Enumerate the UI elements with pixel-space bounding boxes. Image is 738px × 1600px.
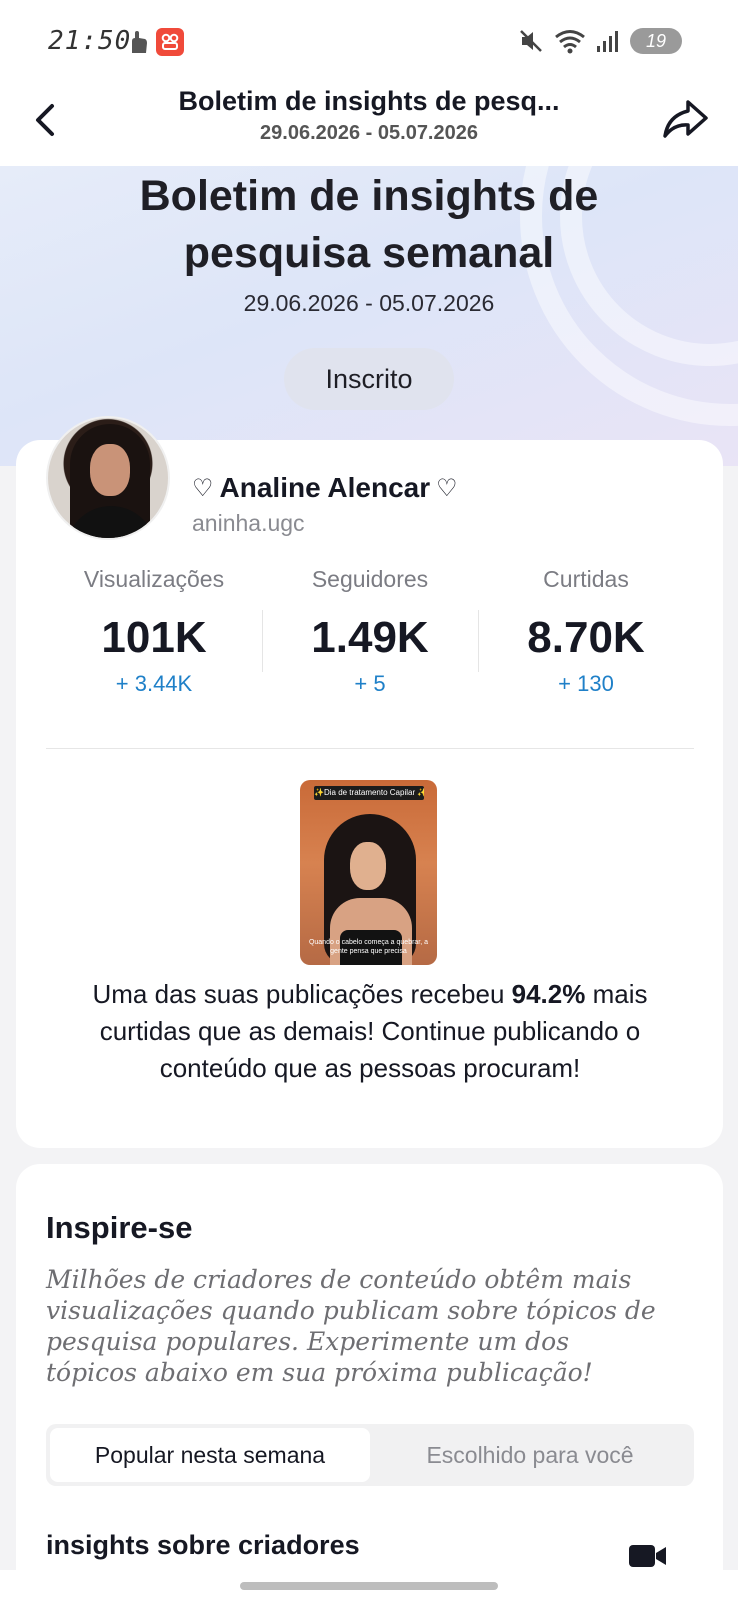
insight-highlight: 94.2% [511, 979, 586, 1009]
home-indicator[interactable] [240, 1582, 498, 1590]
subscribed-button[interactable]: Inscrito [284, 348, 454, 410]
stat-label: Curtidas [543, 566, 629, 592]
creator-insights-heading: insights sobre criadores [46, 1530, 360, 1560]
stat-value: 101K [101, 613, 207, 662]
nav-title: Boletim de insights de pesq... [178, 86, 560, 116]
stat-value: 8.70K [527, 613, 645, 662]
post-caption-top: ✨Dia de tratamento Capilar ✨ [314, 786, 424, 800]
stat-delta: + 5 [354, 671, 386, 696]
navbar: Boletim de insights de pesq... 29.06.202… [0, 84, 738, 166]
stat-delta: + 3.44K [115, 671, 193, 696]
stat-label: Seguidores [311, 566, 429, 592]
stat-label: Visualizações [83, 566, 225, 592]
mute-icon [520, 30, 542, 52]
stat-delta: + 130 [558, 671, 614, 696]
section-description: Milhões de criadores de conteúdo obtêm m… [46, 1265, 656, 1387]
signal-icon [597, 31, 618, 52]
page-title: Boletim de insights de pesquisa semanal [139, 172, 599, 277]
wifi-icon [555, 30, 585, 54]
heart-icon: ♡ [192, 474, 214, 502]
stat-followers: Seguidores 1.49K + 5 [262, 566, 478, 706]
chevron-left-icon[interactable] [26, 100, 66, 140]
battery-icon: 19 [630, 28, 682, 54]
app-badge-icon [156, 28, 184, 56]
profile-card: ♡ Analine Alencar ♡ aninha.ugc Visualiza… [16, 416, 723, 1148]
status-left-icons [126, 28, 184, 56]
display-name-text: Analine Alencar [219, 472, 431, 503]
date-range: 29.06.2026 - 05.07.2026 [243, 290, 495, 316]
stat-likes: Curtidas 8.70K + 130 [478, 566, 694, 706]
tab-popular-this-week[interactable]: Popular nesta semana [50, 1428, 370, 1482]
insight-message: Uma das suas publicações recebeu 94.2% m… [46, 976, 694, 1087]
battery-level: 19 [645, 30, 667, 51]
stat-value: 1.49K [311, 613, 429, 662]
inspire-card: Inspire-se Milhões de criadores de conte… [16, 1164, 723, 1584]
nav-subtitle: 29.06.2026 - 05.07.2026 [260, 122, 478, 144]
post-thumbnail[interactable]: ✨Dia de tratamento Capilar ✨ Quando o ca… [300, 780, 437, 965]
tab-chosen-for-you[interactable]: Escolhido para você [370, 1428, 690, 1482]
topic-tabs: Popular nesta semana Escolhido para você [46, 1424, 694, 1486]
status-bar: 21:50 19 [0, 0, 738, 84]
share-arrow-icon[interactable] [660, 94, 710, 144]
stats-row: Visualizações 101K + 3.44K Seguidores 1.… [46, 566, 694, 706]
insight-text-before: Uma das suas publicações recebeu [92, 979, 512, 1009]
post-caption-bottom: Quando o cabelo começa a quebrar, a gent… [308, 939, 429, 955]
divider [46, 748, 694, 749]
section-title: Inspire-se [46, 1210, 193, 1245]
display-name: ♡ Analine Alencar ♡ [192, 472, 458, 504]
video-camera-icon[interactable] [628, 1542, 668, 1570]
gesture-icon [132, 31, 147, 53]
stat-views: Visualizações 101K + 3.44K [46, 566, 262, 706]
username: aninha.ugc [192, 510, 305, 536]
status-time: 21:50 [48, 26, 132, 56]
heart-icon: ♡ [436, 474, 458, 502]
avatar[interactable] [46, 416, 170, 540]
status-right-icons: 19 [518, 28, 682, 54]
